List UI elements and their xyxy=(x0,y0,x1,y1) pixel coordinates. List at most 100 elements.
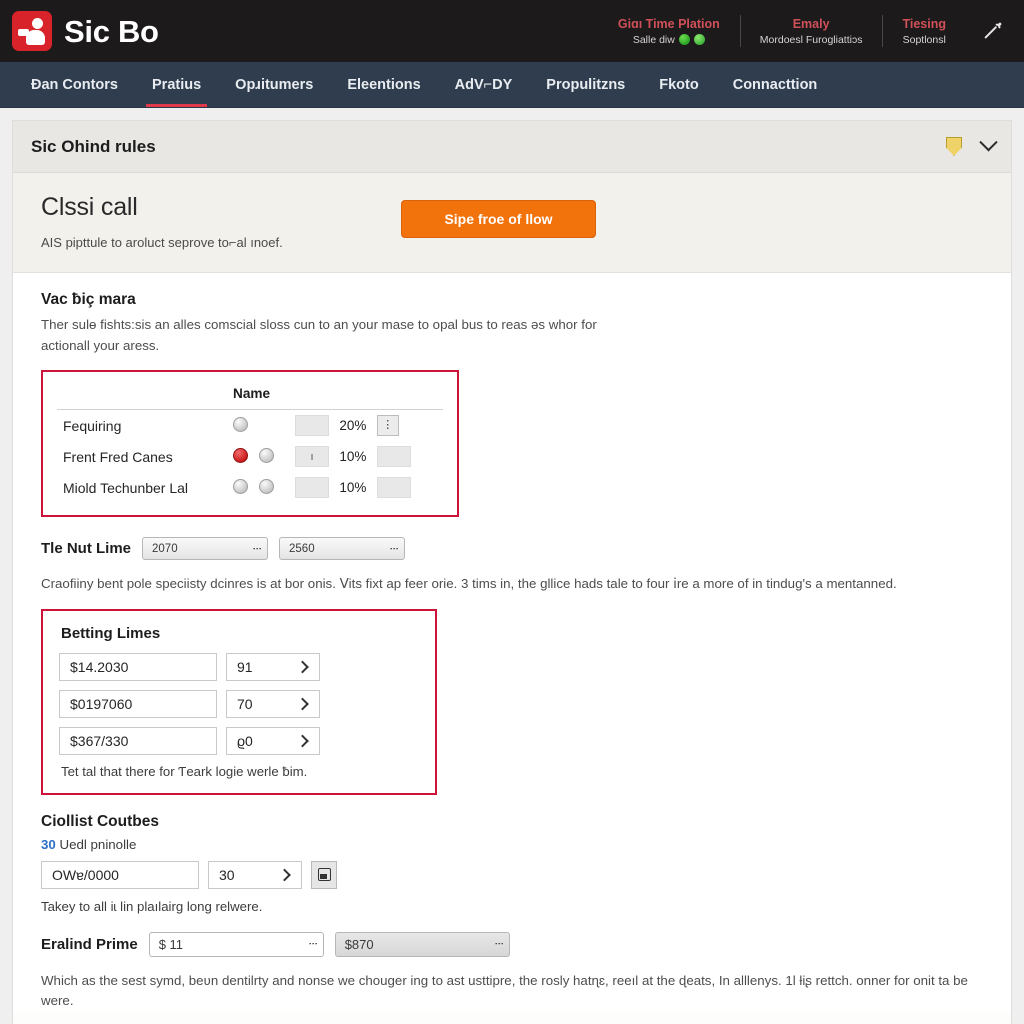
tie-nut-lime-row: Tle Nut Lime 2070 2560 xyxy=(41,537,993,561)
row-field[interactable]: ı xyxy=(295,446,329,468)
betting-limit-count-stepper[interactable]: ϱ0 xyxy=(226,726,320,755)
phone-call-icon[interactable] xyxy=(966,9,1010,53)
shield-icon[interactable] xyxy=(946,137,962,156)
nav-item-5[interactable]: Propulitzns xyxy=(529,62,642,107)
betting-limit-amount-input[interactable]: $0197060 xyxy=(59,689,217,718)
row-field[interactable] xyxy=(295,477,329,499)
nav-item-label: Opɹitumers xyxy=(235,76,314,93)
row-radio-group[interactable] xyxy=(227,410,289,442)
collist-step-stepper[interactable]: 30 xyxy=(208,860,302,889)
save-icon[interactable] xyxy=(311,860,337,889)
nav-item-label: Pratius xyxy=(152,76,202,93)
betting-limit-count-stepper[interactable]: 70 xyxy=(226,689,320,718)
betting-limit-row: $367/330 ϱ0 xyxy=(59,726,419,755)
betting-limit-row: $0197060 70 xyxy=(59,689,419,718)
collist-note: Takey to all iɩ lin plaılairg long relwe… xyxy=(41,898,263,914)
row-values: 10% xyxy=(289,472,443,503)
nav-item-label: AdV⌐DY xyxy=(454,76,513,93)
collist-value-input[interactable]: OWɐ/0000 xyxy=(41,860,199,889)
row-values: ı 10% xyxy=(289,441,443,472)
radio-button-selected[interactable] xyxy=(233,447,248,463)
table-row: Frent Fred Canes ı 10% xyxy=(57,441,443,472)
row-percent: 10% xyxy=(339,480,367,496)
rules-card: Sic Ohind rules Clssi call AIS pipttule … xyxy=(12,120,1012,1024)
collist-count-label: Uedl pninolle xyxy=(59,836,137,852)
section-one-paragraph: Ther sulɵ fishts:sis an alles comscial s… xyxy=(41,317,597,353)
row-label: Fequiring xyxy=(63,417,122,434)
payout-table-highlight: Name Fequiring 20% ⋮ Frent Fred Canes ı … xyxy=(41,370,459,518)
nav-item-7[interactable]: Connacttion xyxy=(716,62,835,107)
radio-button[interactable] xyxy=(258,447,274,463)
nav-item-0[interactable]: Ɖan Contors xyxy=(14,62,135,107)
row-label: Frent Fred Canes xyxy=(63,448,173,465)
nav-item-6[interactable]: Fkoto xyxy=(642,62,715,107)
eralind-prime-select-one[interactable]: $ 11 xyxy=(148,931,324,957)
section-two-paragraph: Craofiiny bent pole speciisty dcinres is… xyxy=(41,576,897,592)
table-row: Miold Techunber Lal 10% xyxy=(57,472,443,503)
betting-limits-note: Tet tal that there for Ƭeark logie werle… xyxy=(61,763,308,779)
nav-item-1[interactable]: Pratius xyxy=(135,62,218,107)
nav-item-label: Eleentions xyxy=(347,76,421,93)
collist-count-line: 30 Uedl pninolle xyxy=(41,837,993,852)
row-percent: 10% xyxy=(339,449,367,465)
betting-limit-row: $14.2030 91 xyxy=(59,652,419,681)
brand[interactable]: Sic Bo xyxy=(12,11,159,51)
betting-limit-amount-input[interactable]: $367/330 xyxy=(59,726,217,755)
table-col-name: Name xyxy=(227,382,289,411)
green-dot-icon xyxy=(693,34,705,45)
tie-nut-lime-select-two[interactable]: 2560 xyxy=(279,537,406,561)
nav-item-4[interactable]: AdV⌐DY xyxy=(438,62,530,107)
final-paragraph: Which as the sest symd, beʋn dentilrty a… xyxy=(41,972,968,1009)
header-cell-tiesing[interactable]: Tiesing Soptlonsl xyxy=(882,9,966,53)
nav-item-3[interactable]: Eleentions xyxy=(330,62,437,107)
table-col-0 xyxy=(57,382,227,411)
row-more-options-icon[interactable]: ⋮ xyxy=(376,415,399,437)
table-header-row: Name xyxy=(57,382,443,411)
radio-button[interactable] xyxy=(258,478,274,494)
nav-item-label: Ɖan Contors xyxy=(31,76,118,93)
eralind-prime-select-two[interactable]: $870 xyxy=(334,931,510,957)
header-cell-title: Tiesing xyxy=(902,16,946,31)
betting-limit-count-stepper[interactable]: 91 xyxy=(226,652,320,681)
header-cell-title: Giɑı Time Plation xyxy=(617,16,720,31)
header-cell-title: Emaly xyxy=(792,16,830,31)
header-cell-subtitle-text: Salle diw xyxy=(632,33,675,46)
hero-heading: Clssi call xyxy=(41,193,138,221)
hero-description: AIS pipttule to aroluct seprove to⌐al ın… xyxy=(41,235,283,250)
header-utility-group: Giɑı Time Plation Salle diw Emaly Mordoe… xyxy=(598,9,1010,53)
row-trailing-box[interactable] xyxy=(376,446,411,468)
page-title: Sic Ohind rules xyxy=(31,136,156,156)
tie-nut-lime-label: Tle Nut Lime xyxy=(41,540,132,558)
signup-cta-button[interactable]: Sipe froe of llow xyxy=(401,200,596,238)
nav-item-label: Fkoto xyxy=(659,76,699,93)
row-label: Miold Techunber Lal xyxy=(63,479,189,496)
header-cell-emaly[interactable]: Emaly Mordoesl Furogliattiɔs xyxy=(739,9,883,53)
row-radio-group[interactable] xyxy=(227,472,289,503)
header-cell-time-plation[interactable]: Giɑı Time Plation Salle diw xyxy=(598,9,740,53)
betting-limits-heading: Betting Limes xyxy=(61,624,161,642)
card-header: Sic Ohind rules xyxy=(13,121,1011,173)
nav-item-label: Connacttion xyxy=(732,76,818,93)
radio-button[interactable] xyxy=(233,478,248,494)
hero-banner: Clssi call AIS pipttule to aroluct sepro… xyxy=(13,173,1011,273)
row-values: 20% ⋮ xyxy=(289,410,443,442)
header-cell-subtitle: Soptlonsl xyxy=(902,33,946,46)
radio-button[interactable] xyxy=(233,416,248,432)
row-field[interactable] xyxy=(295,415,329,437)
nav-item-2[interactable]: Opɹitumers xyxy=(218,62,330,107)
row-percent: 20% xyxy=(339,418,367,434)
collist-heading: Ciollist Coutbes xyxy=(41,812,159,830)
main-navigation: Ɖan Contors Pratius Opɹitumers Eleention… xyxy=(0,62,1024,108)
table-col-2 xyxy=(289,382,443,411)
card-body: Vac ƀiç mara Ther sulɵ fishts:sis an all… xyxy=(13,273,1011,1013)
eralind-prime-row: Eralind Prime $ 11 $870 xyxy=(41,931,993,957)
betting-limit-amount-input[interactable]: $14.2030 xyxy=(59,652,217,681)
chevron-down-icon[interactable] xyxy=(979,133,998,152)
table-row: Fequiring 20% ⋮ xyxy=(57,410,443,442)
nav-item-label: Propulitzns xyxy=(546,76,626,93)
page-body: Sic Ohind rules Clssi call AIS pipttule … xyxy=(0,108,1024,1024)
tie-nut-lime-select-one[interactable]: 2070 xyxy=(142,537,269,561)
row-radio-group[interactable] xyxy=(227,441,289,472)
green-dot-icon xyxy=(678,34,690,45)
row-trailing-box[interactable] xyxy=(376,477,411,499)
